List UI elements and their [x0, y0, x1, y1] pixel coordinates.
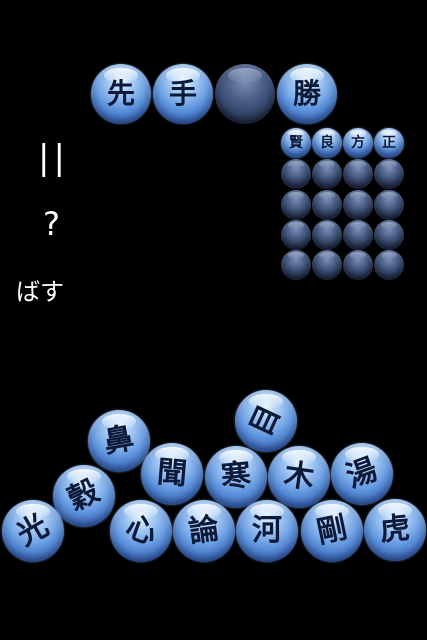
grid-empty-slot — [281, 250, 311, 280]
choice-tile-3-char: 方 — [351, 135, 365, 151]
pile-tile-9[interactable]: 心 — [110, 500, 172, 562]
pile-tile-10-char: 論 — [186, 511, 222, 550]
pile-tile-8[interactable]: 光 — [2, 500, 64, 562]
pile-tile-4-char: 寒 — [219, 457, 253, 496]
grid-empty-slot — [374, 220, 404, 250]
grid-empty-slot — [343, 190, 373, 220]
pile-tile-1[interactable]: 目 — [235, 390, 297, 452]
pile-tile-9-char: 心 — [121, 508, 162, 553]
choice-tile-3[interactable]: 方 — [343, 128, 373, 158]
answer-slot-4-char: 勝 — [292, 77, 321, 110]
grid-empty-slot — [343, 220, 373, 250]
grid-empty-slot — [312, 250, 342, 280]
pile-tile-4[interactable]: 寒 — [205, 446, 267, 508]
grid-empty-slot — [374, 159, 404, 189]
grid-empty-slot — [312, 159, 342, 189]
choice-tile-1[interactable]: 賢 — [281, 128, 311, 158]
pile-tile-12[interactable]: 剛 — [301, 500, 363, 562]
pile-tile-13-char: 虎 — [378, 510, 412, 549]
grid-empty-slot — [343, 250, 373, 280]
grid-empty-slot — [281, 159, 311, 189]
choice-tile-4[interactable]: 正 — [374, 128, 404, 158]
grid-empty-slot — [312, 220, 342, 250]
pile-tile-6-char: 湯 — [341, 451, 382, 496]
grid-empty-slot — [281, 220, 311, 250]
pile-tile-2-char: 鼻 — [101, 420, 137, 461]
pile-tile-2[interactable]: 鼻 — [88, 410, 150, 472]
answer-slot-1[interactable]: 先 — [91, 64, 151, 124]
pile-tile-1-char: 目 — [243, 399, 288, 442]
choice-tile-4-char: 正 — [382, 135, 396, 151]
answer-slot-2-char: 手 — [168, 77, 197, 110]
pile-tile-5[interactable]: 木 — [268, 446, 330, 508]
pile-tile-8-char: 光 — [11, 507, 55, 554]
reading-hint: ばす — [16, 278, 64, 306]
pile-tile-6[interactable]: 湯 — [331, 443, 393, 505]
grid-empty-slot — [312, 190, 342, 220]
pile-tile-7-char: 穀 — [62, 473, 105, 518]
answer-slot-3-empty[interactable] — [215, 64, 275, 124]
equals-sign: || — [38, 138, 69, 178]
choice-tile-2[interactable]: 良 — [312, 128, 342, 158]
grid-empty-slot — [374, 190, 404, 220]
grid-empty-slot — [374, 250, 404, 280]
pile-tile-11[interactable]: 河 — [236, 500, 298, 562]
pile-tile-3[interactable]: 聞 — [141, 443, 203, 505]
answer-slot-2[interactable]: 手 — [153, 64, 213, 124]
answer-slot-1-char: 先 — [106, 77, 135, 110]
pile-tile-13[interactable]: 虎 — [364, 499, 426, 561]
answer-slot-4[interactable]: 勝 — [277, 64, 337, 124]
question-mark: ? — [43, 205, 60, 243]
grid-empty-slot — [281, 190, 311, 220]
pile-tile-12-char: 剛 — [313, 510, 351, 551]
grid-empty-slot — [343, 159, 373, 189]
choice-tile-2-char: 良 — [320, 135, 334, 151]
pile-tile-5-char: 木 — [281, 457, 317, 496]
pile-tile-3-char: 聞 — [155, 454, 189, 493]
pile-tile-11-char: 河 — [252, 513, 282, 548]
pile-tile-7[interactable]: 穀 — [53, 465, 115, 527]
choice-tile-1-char: 賢 — [289, 135, 303, 151]
pile-tile-10[interactable]: 論 — [173, 500, 235, 562]
game-board: 先 手 勝 賢 良 方 正 || ? ばす 目 鼻 聞 寒 木 湯 穀 光 心 … — [0, 0, 427, 640]
